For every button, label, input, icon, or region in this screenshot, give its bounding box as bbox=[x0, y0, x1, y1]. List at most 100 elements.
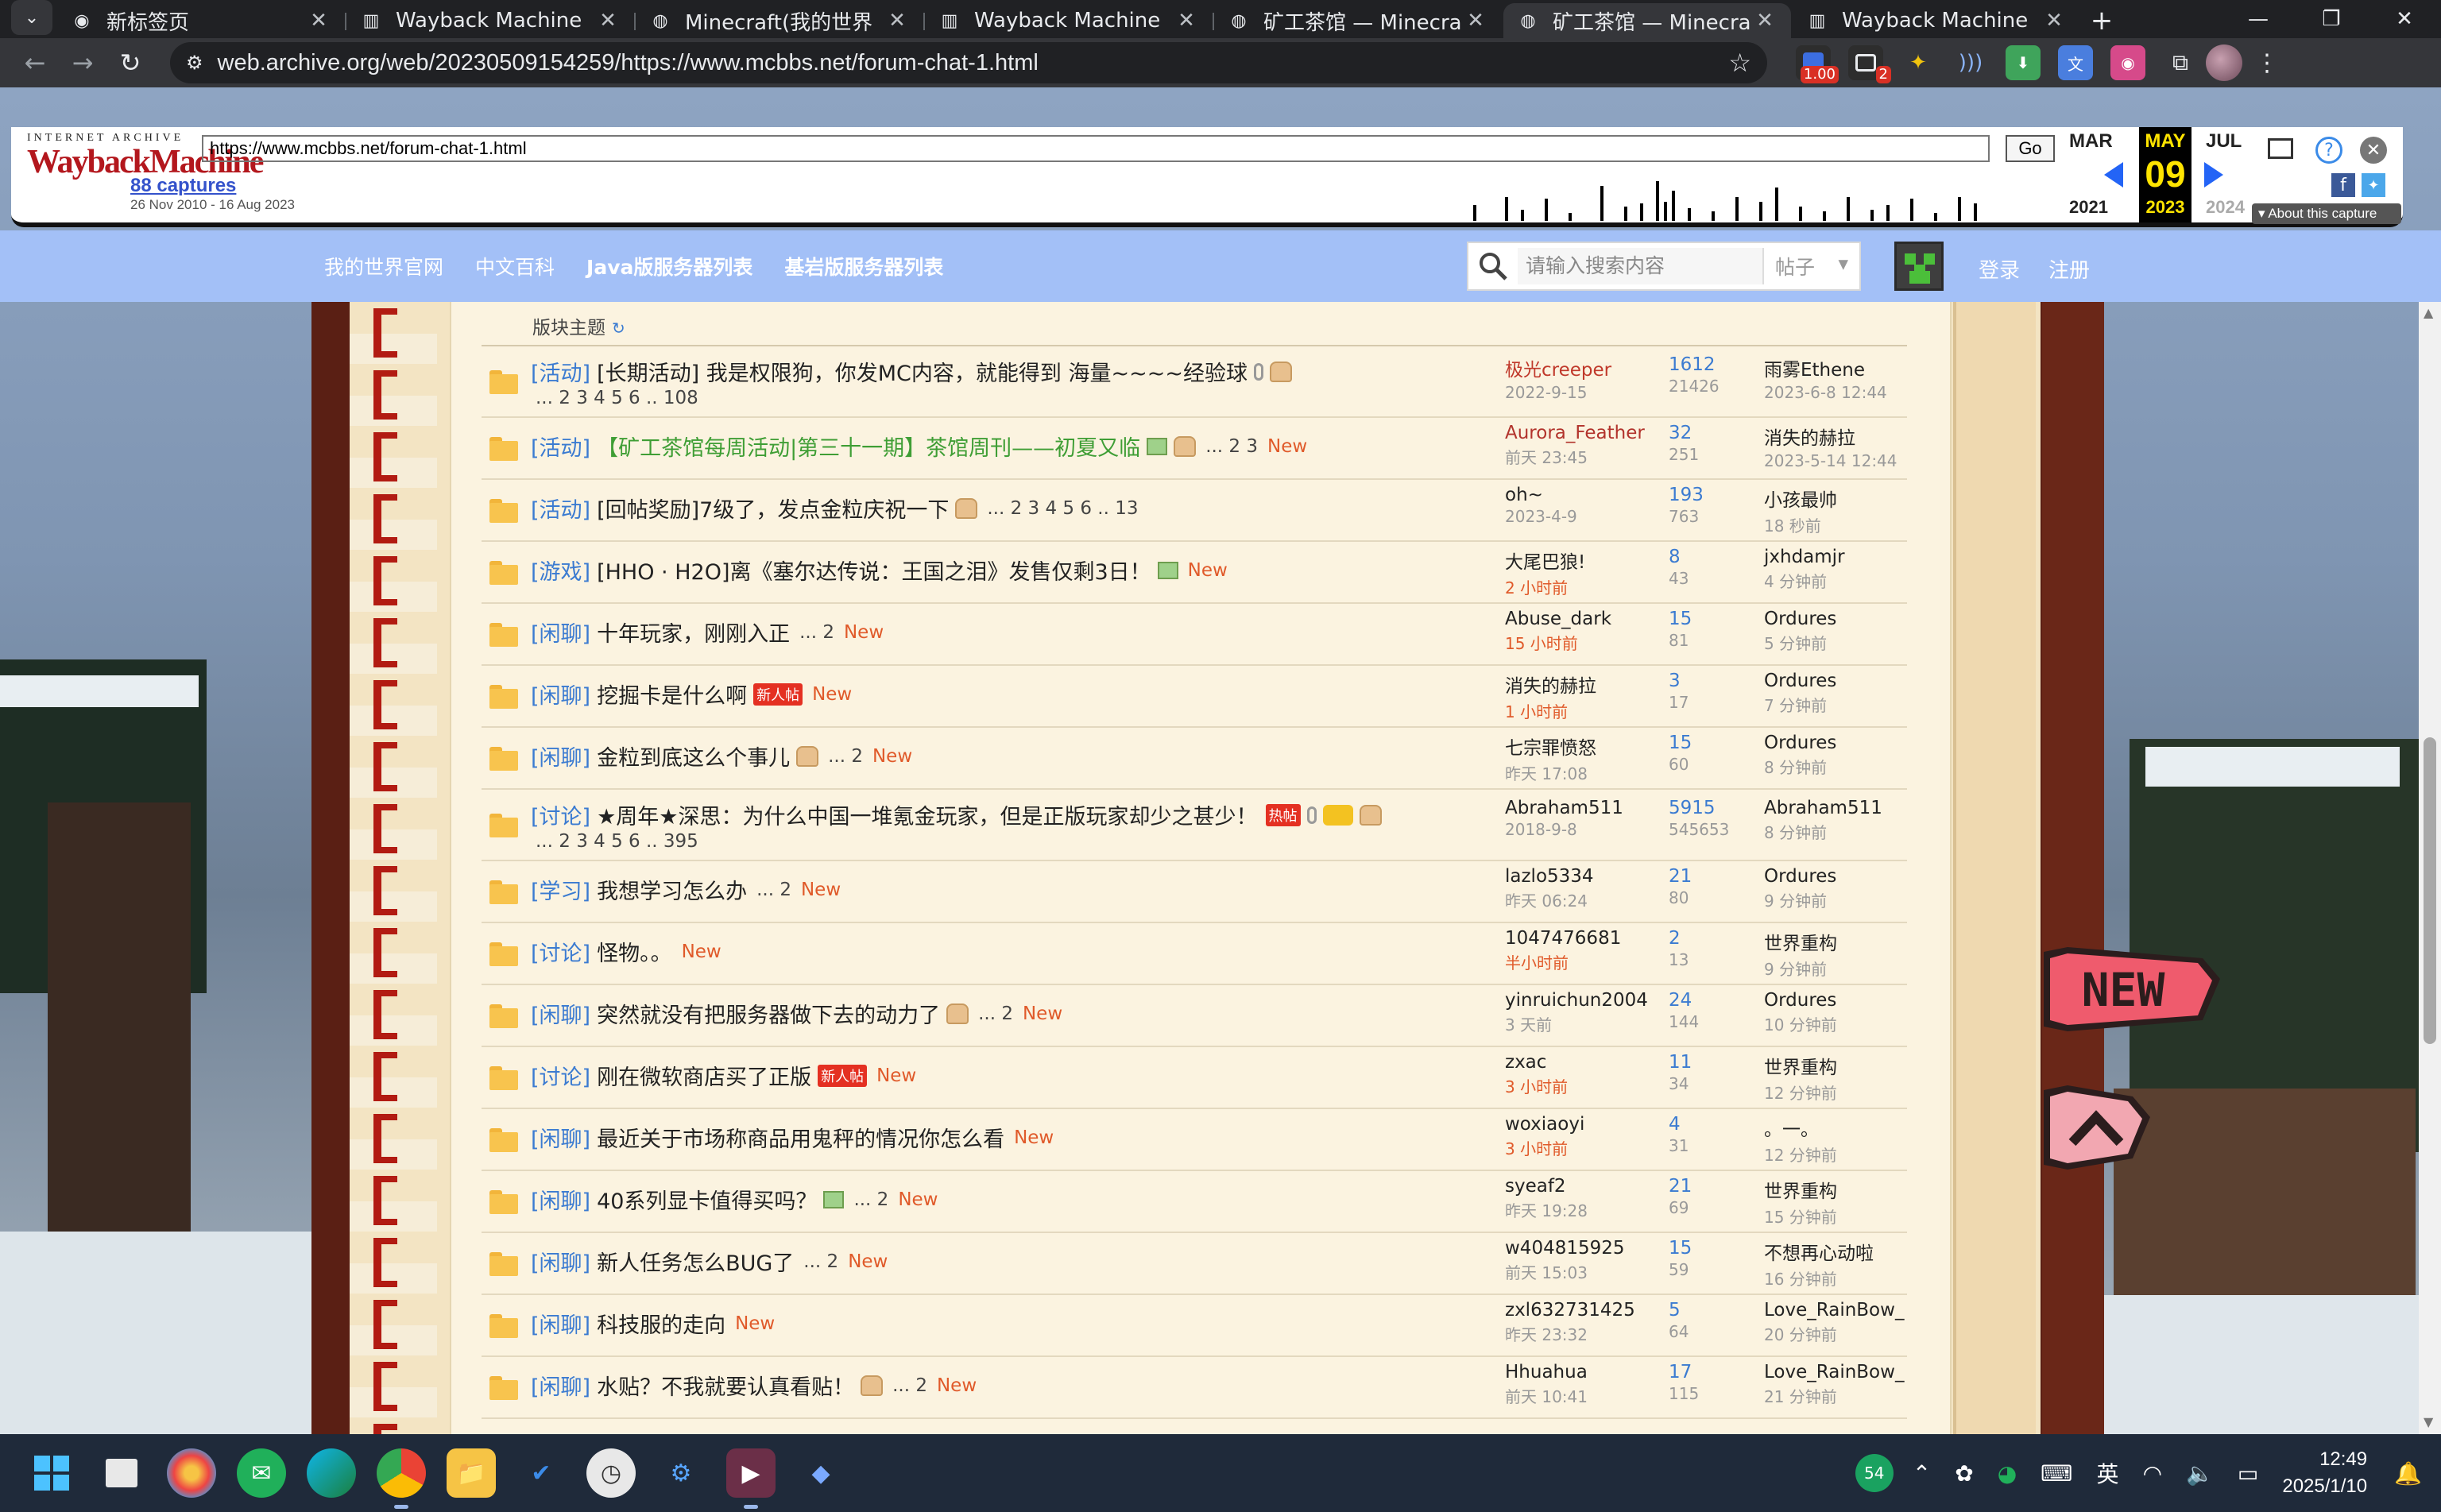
last-post-user[interactable]: 雨雾Ethene bbox=[1764, 354, 1907, 381]
battery-icon[interactable]: ▭ bbox=[2238, 1460, 2258, 1487]
thread-category[interactable]: [闲聊] bbox=[531, 617, 590, 648]
thread-author[interactable]: 1047476681 bbox=[1505, 928, 1664, 949]
facebook-icon[interactable]: f bbox=[2331, 173, 2355, 197]
last-post-time[interactable]: 20 分钟前 bbox=[1764, 1322, 1907, 1345]
last-post-time[interactable]: 9 分钟前 bbox=[1764, 957, 1907, 980]
last-post-time[interactable]: 10 分钟前 bbox=[1764, 1012, 1907, 1035]
media-app-icon[interactable]: ▶ bbox=[726, 1448, 776, 1509]
thread-category[interactable]: [闲聊] bbox=[531, 1122, 590, 1153]
last-post-time[interactable]: 21 分钟前 bbox=[1764, 1384, 1907, 1407]
last-post-time[interactable]: 4 分钟前 bbox=[1764, 569, 1907, 592]
help-icon[interactable]: ? bbox=[2315, 137, 2342, 164]
scroll-down-icon[interactable]: ▼ bbox=[2424, 1414, 2433, 1429]
last-post-time[interactable]: 9 分钟前 bbox=[1764, 888, 1907, 911]
reply-count[interactable]: 1612 bbox=[1669, 354, 1756, 375]
reply-count[interactable]: 11 bbox=[1669, 1052, 1756, 1073]
wechat-tray-icon[interactable]: ◕ bbox=[1998, 1460, 2017, 1487]
thread-pages[interactable]: ... 2 3 4 5 6 .. 395 bbox=[536, 831, 698, 852]
wayback-captures-link[interactable]: 88 captures bbox=[130, 175, 321, 197]
thread-title[interactable]: 挖掘卡是什么啊 bbox=[597, 679, 747, 710]
last-post-time[interactable]: 5 分钟前 bbox=[1764, 631, 1907, 654]
last-post-time[interactable]: 2023-5-14 12:44 bbox=[1764, 451, 1907, 470]
thread-title[interactable]: 刚在微软商店买了正版 bbox=[597, 1060, 811, 1091]
thread-title[interactable]: 【矿工茶馆每周活动|第三十一期】茶馆周刊——初夏又临 bbox=[597, 431, 1140, 462]
edge-icon[interactable] bbox=[307, 1448, 356, 1498]
reload-button[interactable]: ↻ bbox=[106, 39, 154, 87]
float-new-post-button[interactable]: NEW bbox=[2044, 947, 2220, 1031]
thread-title[interactable]: 怪物。。 bbox=[597, 936, 672, 967]
thread-pages[interactable]: ... 2 bbox=[803, 1251, 838, 1272]
browser-app-icon[interactable] bbox=[167, 1448, 216, 1498]
tab-close-icon[interactable]: ✕ bbox=[307, 9, 331, 33]
last-post-user[interactable]: 小孩最帅 bbox=[1764, 485, 1907, 512]
thread-author[interactable]: 七宗罪愤怒 bbox=[1505, 733, 1664, 760]
extension-pink-icon[interactable]: ◉ bbox=[2110, 45, 2145, 80]
search-type-select[interactable]: 帖子 ▾ bbox=[1764, 252, 1859, 280]
wayback-about-capture[interactable]: ▾ About this capture bbox=[2252, 203, 2401, 224]
last-post-user[interactable]: 不想再心动啦 bbox=[1764, 1238, 1907, 1265]
extensions-puzzle-icon[interactable]: ⧉ bbox=[2163, 45, 2198, 80]
thread-category[interactable]: [讨论] bbox=[531, 799, 590, 830]
forum-nav-link[interactable]: Java版服务器列表 bbox=[586, 252, 752, 280]
last-post-time[interactable]: 12 分钟前 bbox=[1764, 1081, 1907, 1104]
browser-menu-icon[interactable]: ⋮ bbox=[2255, 49, 2279, 77]
thread-author[interactable]: Aurora_Feather bbox=[1505, 423, 1664, 443]
thread-author[interactable]: Abuse_dark bbox=[1505, 609, 1664, 629]
last-post-user[interactable]: 消失的赫拉 bbox=[1764, 423, 1907, 450]
thread-title[interactable]: 我想学习怎么办 bbox=[597, 874, 747, 905]
thread-pages[interactable]: ... 2 bbox=[799, 622, 834, 643]
last-post-time[interactable]: 7 分钟前 bbox=[1764, 693, 1907, 716]
thread-category[interactable]: [闲聊] bbox=[531, 1308, 590, 1339]
reply-count[interactable]: 5915 bbox=[1669, 798, 1756, 818]
tray-app-icon[interactable]: ✿ bbox=[1955, 1460, 1973, 1487]
last-post-user[interactable]: jxhdamjr bbox=[1764, 547, 1907, 567]
todo-icon[interactable]: ✔ bbox=[516, 1448, 566, 1498]
bookmark-star-icon[interactable]: ☆ bbox=[1728, 48, 1751, 78]
reply-count[interactable]: 5 bbox=[1669, 1300, 1756, 1321]
last-post-user[interactable]: 世界重构 bbox=[1764, 1052, 1907, 1079]
thread-author[interactable]: 消失的赫拉 bbox=[1505, 671, 1664, 698]
thread-title[interactable]: 水贴？不我就要认真看贴！ bbox=[597, 1370, 854, 1401]
reply-count[interactable]: 3 bbox=[1669, 671, 1756, 691]
table-row[interactable]: [闲聊] 突然就没有把服务器做下去的动力了 ... 2 New yinruichun20… bbox=[482, 985, 1907, 1047]
wayback-next-year[interactable]: 2024 bbox=[2206, 197, 2245, 218]
thread-category[interactable]: [闲聊] bbox=[531, 998, 590, 1029]
thread-title[interactable]: 金粒到底这么个事儿 bbox=[597, 741, 790, 771]
extension-download-icon[interactable]: ⬇ bbox=[2006, 45, 2041, 80]
search-input[interactable]: 请输入搜索内容 bbox=[1518, 248, 1764, 284]
reply-count[interactable]: 32 bbox=[1669, 423, 1756, 443]
thread-category[interactable]: [闲聊] bbox=[531, 1184, 590, 1215]
minimize-button[interactable]: — bbox=[2222, 0, 2295, 38]
browser-tab[interactable]: ◍ Minecraft(我的世界 ✕ bbox=[636, 3, 925, 38]
tray-chevron-up-icon[interactable]: ⌃ bbox=[1913, 1460, 1931, 1487]
wayback-next-month[interactable]: JUL bbox=[2206, 130, 2242, 153]
restore-button[interactable]: ❐ bbox=[2295, 0, 2368, 38]
browser-tab[interactable]: ▥ Wayback Machine ✕ bbox=[925, 3, 1214, 38]
thread-title[interactable]: [回帖奖励]7级了，发点金粒庆祝一下 bbox=[597, 493, 949, 524]
tab-close-icon[interactable]: ✕ bbox=[885, 9, 909, 33]
forum-nav-link[interactable]: 基岩版服务器列表 bbox=[784, 252, 943, 280]
scrollbar-thumb[interactable] bbox=[2424, 737, 2436, 1044]
browser-tab[interactable]: ◍ 矿工茶馆 — Minecra ✕ bbox=[1503, 3, 1791, 38]
volume-icon[interactable]: 🔈 bbox=[2186, 1460, 2214, 1487]
wayback-sparkline[interactable] bbox=[393, 172, 2186, 221]
table-row[interactable]: [讨论] 刚在微软商店买了正版 新人帖 New zxac 3 小时前 11 34 世界重构 12 … bbox=[482, 1047, 1907, 1109]
last-post-time[interactable]: 16 分钟前 bbox=[1764, 1266, 1907, 1290]
thread-title[interactable]: 科技服的走向 bbox=[597, 1308, 725, 1339]
reply-count[interactable]: 21 bbox=[1669, 866, 1756, 887]
tab-search-button[interactable]: ⌄ bbox=[11, 0, 52, 35]
task-view-icon[interactable] bbox=[97, 1448, 146, 1498]
thread-category[interactable]: [活动] bbox=[531, 493, 590, 524]
last-post-user[interactable]: Abraham511 bbox=[1764, 798, 1907, 818]
close-icon[interactable]: ✕ bbox=[2360, 137, 2387, 164]
thread-author[interactable]: lazlo5334 bbox=[1505, 866, 1664, 887]
new-tab-button[interactable]: + bbox=[2082, 3, 2122, 38]
search-icon[interactable] bbox=[1468, 250, 1518, 282]
reply-count[interactable]: 24 bbox=[1669, 990, 1756, 1011]
creeper-icon[interactable] bbox=[1894, 242, 1944, 291]
table-row[interactable]: [讨论] ★周年★深思：为什么中国一堆氪金玩家，但是正版玩家却少之甚少！ 热帖...… bbox=[482, 790, 1907, 861]
notification-bell-icon[interactable]: 🔔 bbox=[2394, 1460, 2422, 1487]
last-post-user[interactable]: Ordures bbox=[1764, 990, 1907, 1011]
table-row[interactable]: [闲聊] 十年玩家，刚刚入正... 2 New Abuse_dark 15 小时前 15 8… bbox=[482, 604, 1907, 666]
login-link[interactable]: 登录 bbox=[1979, 254, 2020, 284]
